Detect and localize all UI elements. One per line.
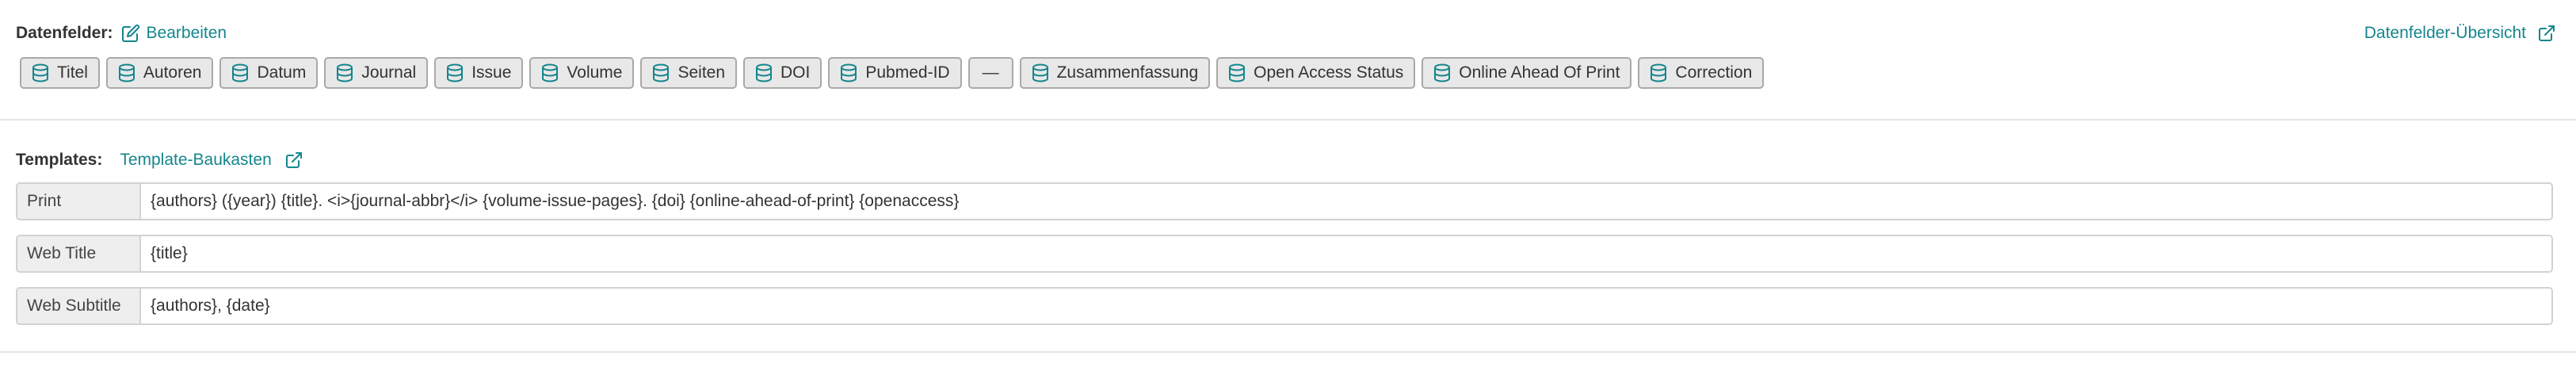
datafields-header: Datenfelder: Bearbeiten Datenfelder-Über… — [16, 21, 2556, 46]
template-input-print[interactable]: {authors} ({year}) {title}. <i>{journal-… — [141, 184, 2551, 219]
template-label: Web Title — [17, 236, 141, 271]
template-input-web-subtitle[interactable]: {authors}, {date} — [141, 289, 2551, 323]
datafield-chip[interactable]: Seiten — [640, 57, 738, 89]
datafield-chip[interactable]: — — [967, 57, 1013, 89]
database-icon — [232, 63, 249, 82]
datafield-chip[interactable]: Open Access Status — [1216, 57, 1416, 89]
datafield-chip-label: DOI — [780, 63, 811, 82]
datafield-chip[interactable]: Autoren — [105, 57, 214, 89]
datafield-chip-label: Titel — [57, 63, 88, 82]
template-builder-label: Template-Baukasten — [120, 151, 272, 169]
datafield-chip-label: Journal — [361, 63, 417, 82]
database-icon — [542, 63, 559, 82]
section-divider — [0, 119, 2576, 121]
database-icon — [653, 63, 670, 82]
templates-label: Templates: — [16, 151, 103, 169]
datafield-chip[interactable]: Correction — [1638, 57, 1765, 89]
external-link-icon — [285, 152, 302, 168]
datafield-chip[interactable]: Zusammenfassung — [1019, 57, 1211, 89]
datafield-chip[interactable]: Pubmed-ID — [828, 57, 962, 89]
datafield-chip-label: Seiten — [677, 63, 726, 82]
datafield-chip-label: Zusammenfassung — [1056, 63, 1199, 82]
datafields-section: Datenfelder: Bearbeiten Datenfelder-Über… — [16, 21, 2556, 89]
datafield-chip[interactable]: DOI — [743, 57, 822, 89]
datafield-chip-label: Online Ahead Of Print — [1459, 63, 1620, 82]
template-row-web-title: Web Title {title} — [16, 235, 2553, 273]
datafield-chip-label: Issue — [471, 63, 512, 82]
datafield-chip-label: Pubmed-ID — [865, 63, 950, 82]
templates-header: Templates: Template-Baukasten — [16, 147, 2553, 173]
datafields-overview-link[interactable]: Datenfelder-Übersicht — [2364, 24, 2556, 43]
datafield-chip[interactable]: Online Ahead Of Print — [1422, 57, 1632, 89]
datafield-chip-label: Autoren — [143, 63, 202, 82]
section-divider — [0, 351, 2576, 353]
datafield-chip-label: Open Access Status — [1254, 63, 1404, 82]
template-label: Web Subtitle — [17, 289, 141, 323]
database-icon — [1651, 63, 1667, 82]
database-icon — [1229, 63, 1246, 82]
template-rows: Print {authors} ({year}) {title}. <i>{jo… — [16, 182, 2553, 325]
template-builder-link[interactable]: Template-Baukasten — [120, 151, 303, 170]
database-icon — [337, 63, 353, 82]
database-icon — [32, 63, 48, 82]
datafield-chip[interactable]: Issue — [434, 57, 524, 89]
database-icon — [1032, 63, 1048, 82]
database-icon — [756, 63, 773, 82]
template-input-web-title[interactable]: {title} — [141, 236, 2551, 271]
datafield-chips: Titel Autoren Datum Journal Issue Volume Seite… — [20, 57, 2556, 89]
datafield-chip[interactable]: Journal — [324, 57, 429, 89]
datafield-chip[interactable]: Volume — [529, 57, 635, 89]
overview-link-label: Datenfelder-Übersicht — [2364, 24, 2526, 42]
datafield-chip[interactable]: Datum — [219, 57, 319, 89]
datafield-chip[interactable]: Titel — [20, 57, 100, 89]
edit-datafields-link[interactable]: Bearbeiten — [121, 24, 227, 43]
datafield-chip-label: Volume — [567, 63, 623, 82]
datafield-chip-label: — — [982, 63, 999, 82]
template-label: Print — [17, 184, 141, 219]
edit-link-label: Bearbeiten — [146, 24, 227, 42]
edit-icon — [121, 24, 139, 42]
database-icon — [841, 63, 857, 82]
database-icon — [1434, 63, 1451, 82]
template-row-print: Print {authors} ({year}) {title}. <i>{jo… — [16, 182, 2553, 220]
datafield-chip-label: Correction — [1675, 63, 1753, 82]
datafields-label: Datenfelder: — [16, 24, 113, 42]
database-icon — [447, 63, 464, 82]
external-link-icon — [2539, 25, 2555, 41]
templates-section: Templates: Template-Baukasten Print {aut… — [16, 147, 2553, 325]
template-row-web-subtitle: Web Subtitle {authors}, {date} — [16, 287, 2553, 325]
database-icon — [118, 63, 135, 82]
datafield-chip-label: Datum — [257, 63, 307, 82]
